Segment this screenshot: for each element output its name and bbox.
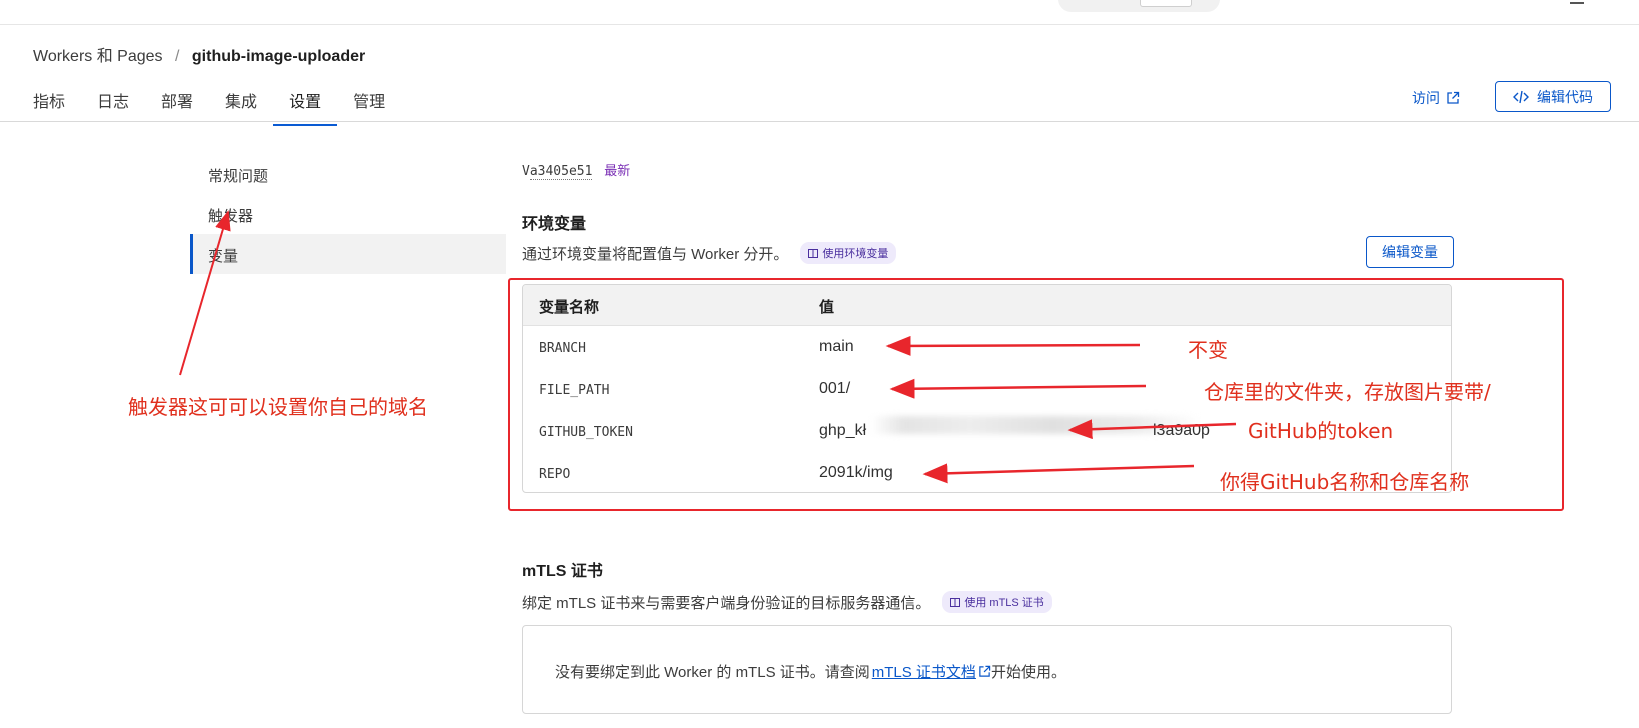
annotation-trigger: 触发器这可可以设置你自己的域名	[128, 395, 428, 419]
mtls-description-row: 绑定 mTLS 证书来与需要客户端身份验证的目标服务器通信。 使用 mTLS 证…	[522, 591, 1052, 613]
arrow-trigger	[179, 210, 231, 376]
mtls-description: 绑定 mTLS 证书来与需要客户端身份验证的目标服务器通信。	[522, 594, 931, 612]
annotation-file-path: 仓库里的文件夹，存放图片要带/	[1204, 380, 1491, 404]
annotation-token: GitHub的token	[1248, 419, 1394, 443]
mtls-doc-pill-label: 使用 mTLS 证书	[964, 597, 1044, 609]
arrow-branch	[885, 335, 1141, 356]
external-link-icon	[979, 665, 991, 677]
annotation-arrows	[179, 210, 1237, 484]
book-icon	[950, 597, 961, 607]
mtls-empty-after: 开始使用。	[990, 664, 1066, 681]
annotation-repo: 你得GitHub名称和仓库名称	[1220, 470, 1470, 494]
mtls-empty-text: 没有要绑定到此 Worker 的 mTLS 证书。请查阅 mTLS 证书文档 开…	[555, 661, 1066, 682]
mtls-empty-before: 没有要绑定到此 Worker 的 mTLS 证书。请查阅	[555, 664, 870, 681]
arrow-repo	[922, 463, 1195, 484]
arrow-file-path	[889, 378, 1147, 399]
mtls-doc-pill[interactable]: 使用 mTLS 证书	[942, 591, 1052, 613]
mtls-section-title: mTLS 证书	[522, 563, 603, 580]
mtls-docs-link[interactable]: mTLS 证书文档	[872, 661, 976, 682]
mtls-empty-state: 没有要绑定到此 Worker 的 mTLS 证书。请查阅 mTLS 证书文档 开…	[522, 625, 1452, 714]
annotation-branch: 不变	[1188, 338, 1228, 362]
arrow-token	[1067, 419, 1237, 440]
